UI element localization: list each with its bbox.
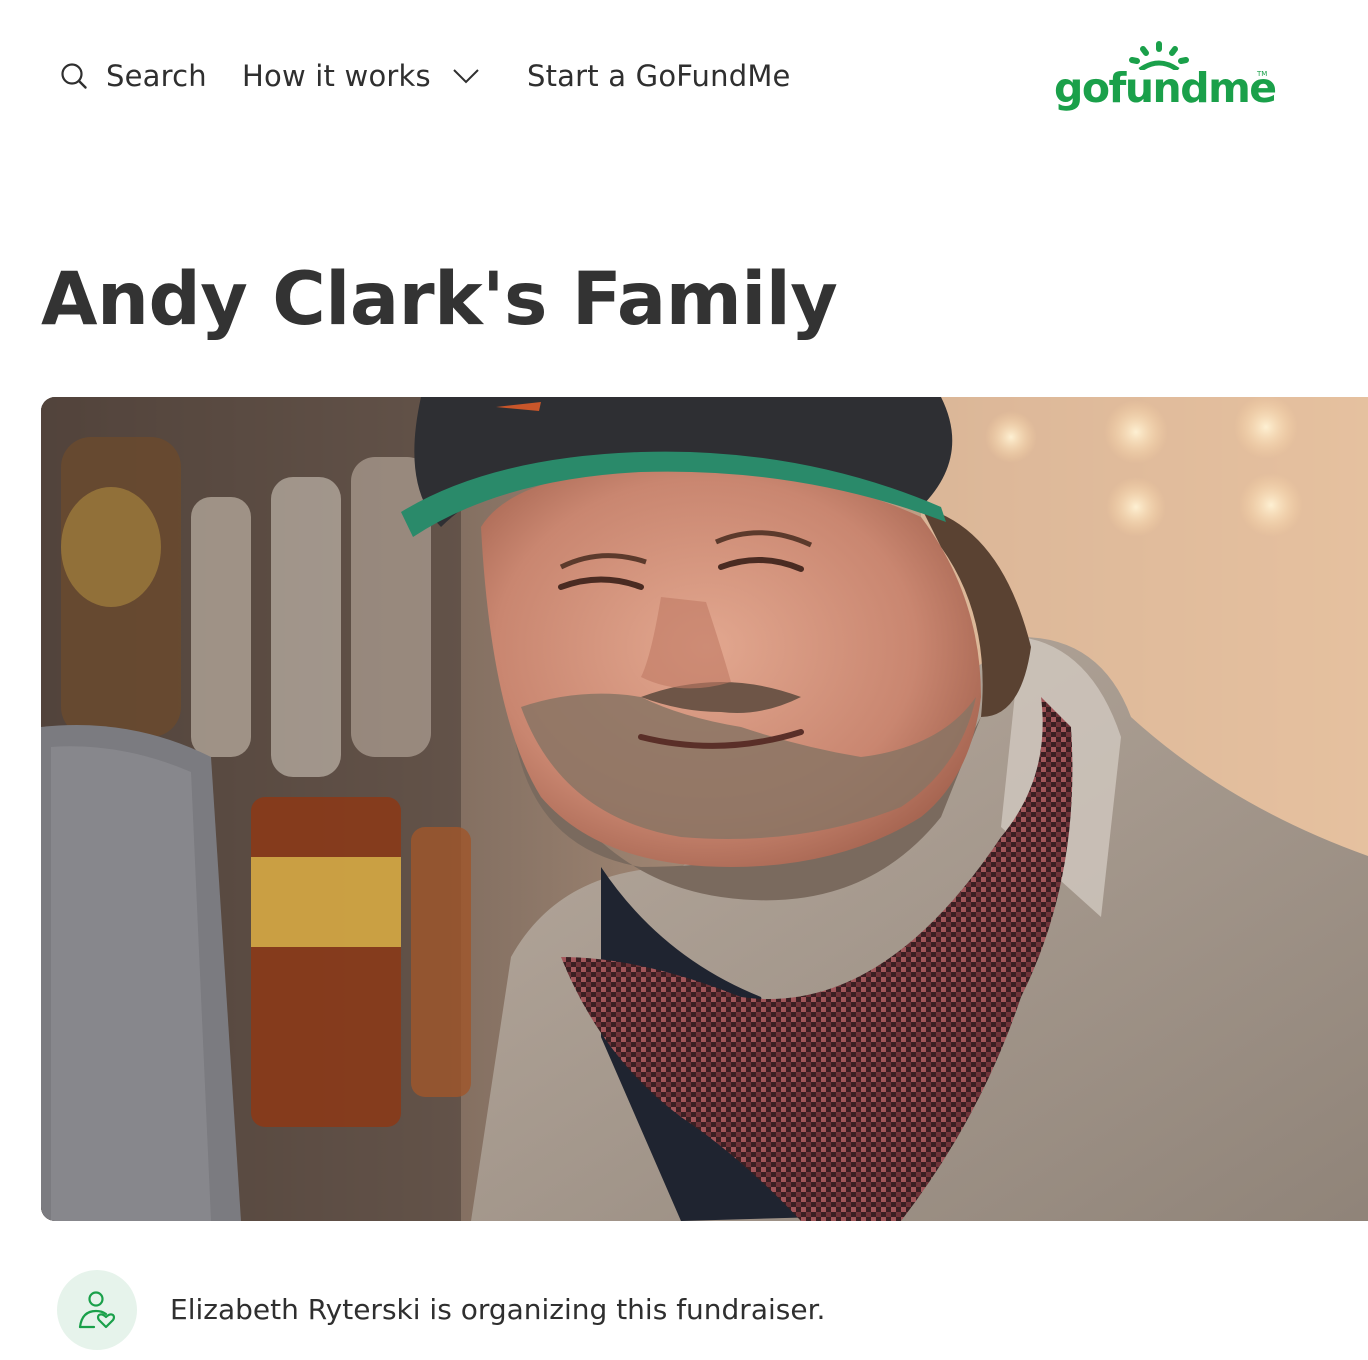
start-gofundme-label: Start a GoFundMe (527, 59, 791, 93)
search-icon (61, 63, 87, 89)
gofundme-logo[interactable]: gofundme TM (1054, 40, 1277, 116)
organizer-text: Elizabeth Ryterski is organizing this fu… (170, 1293, 826, 1326)
how-it-works-label: How it works (242, 59, 431, 93)
start-gofundme-link[interactable]: Start a GoFundMe (527, 54, 791, 98)
how-it-works-dropdown[interactable]: How it works (242, 54, 481, 98)
organizer-row: Elizabeth Ryterski is organizing this fu… (57, 1270, 1357, 1350)
page: Search How it works Start a GoFundMe gof… (0, 0, 1368, 1360)
campaign-hero-image[interactable] (41, 397, 1368, 1221)
organizer-avatar (57, 1270, 137, 1350)
organizer-heart-icon (78, 1291, 116, 1329)
logo-trademark: TM (1257, 70, 1268, 78)
top-nav: Search How it works Start a GoFundMe gof… (0, 0, 1368, 155)
chevron-down-icon (453, 69, 479, 84)
logo-wordmark: gofundme (1054, 64, 1277, 112)
search-label: Search (106, 59, 207, 93)
hero-photo (41, 397, 1368, 1221)
search-link[interactable]: Search (60, 54, 207, 98)
campaign-title: Andy Clark's Family (41, 257, 838, 342)
